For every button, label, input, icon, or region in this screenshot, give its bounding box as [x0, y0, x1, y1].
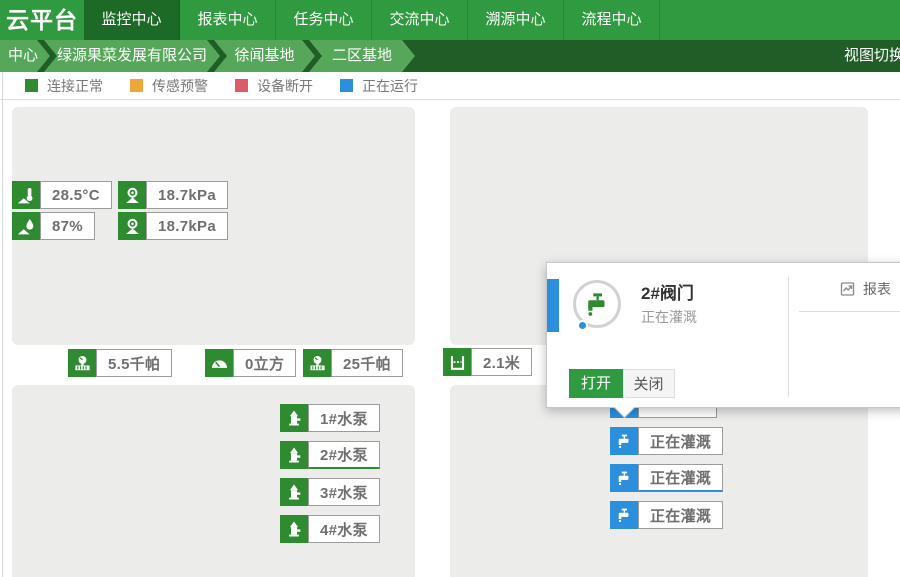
legend-item-running: 正在运行	[340, 76, 418, 96]
faucet-icon	[582, 289, 612, 319]
sensor-soil-temperature[interactable]: 28.5°C	[12, 181, 112, 209]
sensor-flow-volume[interactable]: 0立方	[205, 349, 296, 377]
flow-meter-icon	[205, 349, 233, 377]
sensor-pipe-pressure-1[interactable]: 5.5千帕	[68, 349, 172, 377]
tab-monitoring-center[interactable]: 监控中心	[84, 0, 180, 40]
popup-valve-title: 2#阀门	[641, 279, 694, 304]
sensor-value: 28.5°C	[40, 181, 112, 209]
sensor-value: 0立方	[233, 349, 296, 377]
valve-status-text: 正在灌溉	[638, 501, 723, 529]
sensor-soil-moisture[interactable]: 87%	[12, 212, 95, 240]
sensor-pipe-pressure-2[interactable]: 25千帕	[303, 349, 403, 377]
legend-swatch-green	[25, 79, 38, 92]
breadcrumb-item-center[interactable]: 中心	[0, 40, 50, 72]
water-pump-icon	[280, 404, 308, 432]
top-nav: 云平台 监控中心 报表中心 任务中心 交流中心 溯源中心 流程中心	[0, 0, 900, 40]
tab-task-center[interactable]: 任务中心	[276, 0, 372, 40]
breadcrumb: 中心 绿源果菜发展有限公司 徐闻基地 二区基地 视图切换	[0, 40, 900, 72]
water-pump-icon	[280, 478, 308, 506]
faucet-icon	[610, 501, 638, 529]
report-label: 报表	[863, 279, 891, 299]
pump-4-label[interactable]: 4#水泵	[280, 515, 380, 543]
line-chart-icon	[839, 281, 856, 297]
legend-label: 连接正常	[47, 76, 103, 96]
valve-2-badge[interactable]: 正在灌溉	[610, 427, 723, 455]
water-pump-icon	[280, 515, 308, 543]
popup-running-indicator-bar	[547, 279, 559, 332]
pump-label-text: 3#水泵	[308, 478, 380, 506]
breadcrumb-item-xuwen-base[interactable]: 徐闻基地	[214, 40, 315, 72]
pipe-gauge-icon	[303, 349, 331, 377]
valve-control-popup: 2#阀门 正在灌溉 打开 关闭 报表	[546, 262, 900, 408]
breadcrumb-item-zone2-base[interactable]: 二区基地	[309, 40, 415, 72]
ground-sensor-icon	[118, 181, 146, 209]
legend-item-connected: 连接正常	[25, 76, 103, 96]
tab-communication-center[interactable]: 交流中心	[372, 0, 468, 40]
brand-logo: 云平台	[0, 0, 84, 40]
sensor-pressure-2[interactable]: 18.7kPa	[118, 212, 228, 240]
soil-moisture-icon	[12, 212, 40, 240]
valve-open-button[interactable]: 打开	[569, 369, 623, 398]
legend-item-sensor-warning: 传感预警	[130, 76, 208, 96]
legend-item-device-offline: 设备断开	[235, 76, 313, 96]
pump-label-text: 1#水泵	[308, 404, 380, 432]
pump-2-label[interactable]: 2#水泵	[280, 441, 380, 469]
valve-close-button[interactable]: 关闭	[623, 369, 675, 398]
tab-traceability-center[interactable]: 溯源中心	[468, 0, 564, 40]
sensor-value: 2.1米	[471, 348, 532, 376]
pump-label-text: 2#水泵	[308, 441, 380, 469]
status-legend: 连接正常 传感预警 设备断开 正在运行	[0, 72, 900, 100]
faucet-icon	[610, 427, 638, 455]
content-left-border	[2, 72, 3, 577]
sensor-value: 5.5千帕	[96, 349, 172, 377]
popup-valve-status: 正在灌溉	[641, 307, 697, 327]
legend-swatch-blue	[340, 79, 353, 92]
water-pump-icon	[280, 441, 308, 469]
valve-status-text: 正在灌溉	[638, 464, 723, 492]
tab-report-center[interactable]: 报表中心	[180, 0, 276, 40]
sensor-pressure-1[interactable]: 18.7kPa	[118, 181, 228, 209]
pipe-gauge-icon	[68, 349, 96, 377]
popup-horizontal-divider	[799, 311, 900, 312]
valve-4-badge[interactable]: 正在灌溉	[610, 501, 723, 529]
view-switch-button[interactable]: 视图切换	[840, 40, 900, 72]
legend-swatch-red	[235, 79, 248, 92]
sensor-water-level[interactable]: 2.1米	[443, 348, 532, 376]
pump-3-label[interactable]: 3#水泵	[280, 478, 380, 506]
water-level-icon	[443, 348, 471, 376]
pump-label-text: 4#水泵	[308, 515, 380, 543]
app-root: 云平台 监控中心 报表中心 任务中心 交流中心 溯源中心 流程中心 中心 绿源果…	[0, 0, 900, 577]
legend-swatch-orange	[130, 79, 143, 92]
report-link[interactable]: 报表	[839, 279, 891, 299]
running-status-dot	[577, 320, 588, 331]
sensor-value: 87%	[40, 212, 95, 240]
sensor-value: 18.7kPa	[146, 181, 228, 209]
pump-1-label[interactable]: 1#水泵	[280, 404, 380, 432]
valve-3-badge[interactable]: 正在灌溉	[610, 464, 723, 492]
soil-thermometer-icon	[12, 181, 40, 209]
sensor-value: 18.7kPa	[146, 212, 228, 240]
legend-label: 传感预警	[152, 76, 208, 96]
faucet-icon	[610, 464, 638, 492]
legend-label: 正在运行	[362, 76, 418, 96]
ground-sensor-icon	[118, 212, 146, 240]
sensor-value: 25千帕	[331, 349, 403, 377]
legend-label: 设备断开	[257, 76, 313, 96]
popup-vertical-divider	[788, 277, 789, 397]
breadcrumb-item-company[interactable]: 绿源果菜发展有限公司	[44, 40, 220, 72]
valve-status-text: 正在灌溉	[638, 427, 723, 455]
tab-process-center[interactable]: 流程中心	[564, 0, 660, 40]
